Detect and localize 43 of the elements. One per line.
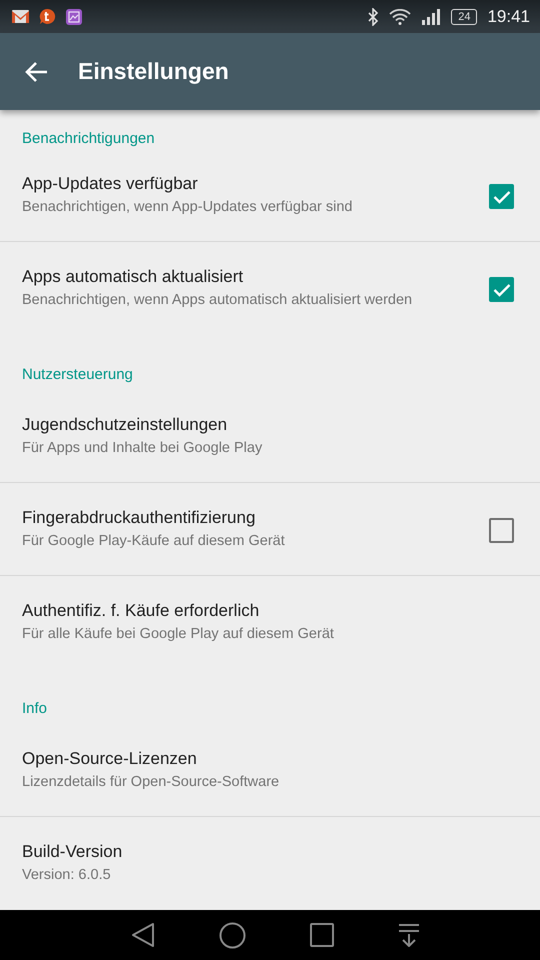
settings-item[interactable]: App-Updates verfügbar Benachrichtigen, wenn App-Updates verfügbar sind (0, 149, 540, 242)
check-icon (492, 190, 510, 204)
checkbox[interactable] (489, 184, 514, 209)
settings-item[interactable]: Fingerabdruckauthentifizierung Für Google Play-Käufe auf diesem Gerät (0, 483, 540, 576)
screen-title: Einstellungen (78, 58, 229, 85)
settings-item[interactable]: Authentifiz. f. Käufe erforderlich Für alle Käufe bei Google Play auf diesem Gerät (0, 576, 540, 669)
mail-icon (12, 10, 29, 23)
item-summary: Für Apps und Inhalte bei Google Play (22, 439, 264, 458)
wifi-icon (389, 8, 412, 24)
bluetooth-icon (367, 8, 380, 26)
settings-item[interactable]: Apps automatisch aktualisiert Benachrichtigen, wenn Apps automatisch aktualisiert werden (0, 242, 540, 335)
item-summary: Für alle Käufe bei Google Play auf diesem Gerät (22, 625, 335, 644)
section-header: Benachrichtigungen (21, 129, 156, 149)
battery-level: 24 (451, 8, 478, 24)
clock: 19:41 (487, 6, 530, 26)
check-icon (492, 282, 510, 296)
item-summary: Lizenzdetails für Open-Source-Software (22, 773, 280, 792)
settings-item[interactable]: Open-Source-Lizenzen Lizenzdetails für Open-Source-Software (0, 724, 540, 817)
item-title: Jugendschutzeinstellungen (22, 414, 228, 436)
back-arrow-icon[interactable] (24, 60, 48, 82)
item-title: Authentifiz. f. Käufe erforderlich (22, 600, 260, 622)
item-summary: Benachrichtigen, wenn Apps automatisch aktualisiert werden (22, 291, 414, 310)
item-summary: Version: 6.0.5 (22, 866, 112, 885)
item-summary: Benachrichtigen, wenn App-Updates verfügbar sind (22, 198, 354, 217)
settings-item[interactable]: Build-Version Version: 6.0.5 (0, 817, 540, 910)
settings-item[interactable]: Jugendschutzeinstellungen Für Apps und Inhalte bei Google Play (0, 390, 540, 483)
item-title: App-Updates verfügbar (22, 173, 199, 195)
item-title: Apps automatisch aktualisiert (22, 266, 244, 288)
item-title: Open-Source-Lizenzen (22, 748, 198, 770)
home-icon[interactable] (218, 922, 246, 948)
item-title: Fingerabdruckauthentifizierung (22, 507, 256, 529)
section-header: Info (21, 699, 48, 719)
recents-icon[interactable] (310, 923, 334, 947)
notification-pull-icon[interactable] (398, 923, 420, 947)
back-icon[interactable] (130, 922, 154, 948)
image-icon (66, 8, 82, 24)
item-title: Build-Version (22, 841, 124, 863)
section-header: Nutzersteuerung (21, 365, 134, 385)
item-summary: Für Google Play-Käufe auf diesem Gerät (22, 532, 286, 551)
checkbox[interactable] (489, 518, 514, 543)
signal-icon (421, 8, 442, 24)
checkbox[interactable] (489, 277, 514, 302)
chat-icon (39, 8, 56, 25)
